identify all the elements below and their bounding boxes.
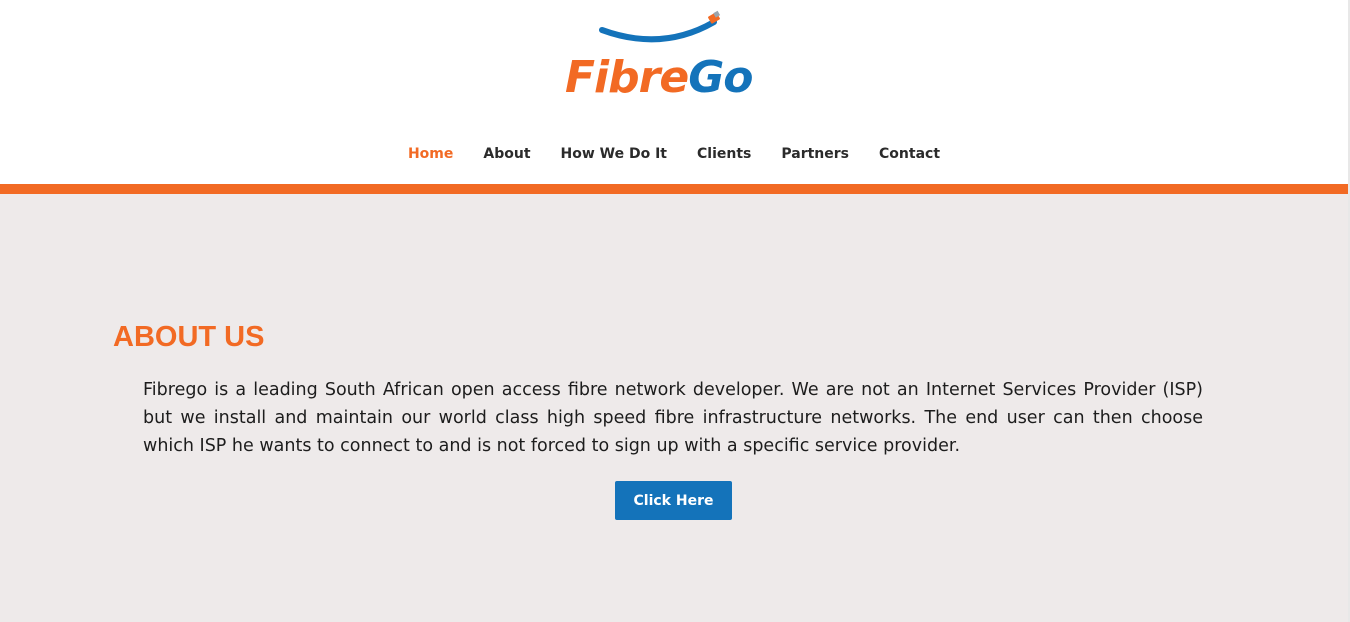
fibrego-logo[interactable]: FibreGo — [562, 10, 772, 102]
about-title: ABOUT US — [113, 321, 265, 353]
logo-text-fibre: Fibre — [565, 52, 689, 103]
click-here-button[interactable]: Click Here — [615, 481, 732, 520]
about-section: ABOUT US Fibrego is a leading South Afri… — [0, 194, 1348, 622]
site-header: FibreGo Home About How We Do It Clients … — [0, 0, 1348, 184]
nav-item-clients[interactable]: Clients — [682, 144, 766, 164]
header-accent-bar — [0, 184, 1348, 194]
logo-wordmark: FibreGo — [565, 56, 754, 100]
nav-item-contact[interactable]: Contact — [864, 144, 955, 164]
fibre-cable-swoosh-icon — [599, 10, 721, 43]
main-navigation: Home About How We Do It Clients Partners… — [0, 144, 1348, 164]
nav-item-home[interactable]: Home — [393, 144, 468, 164]
about-description: Fibrego is a leading South African open … — [143, 380, 1203, 456]
logo-text-go: Go — [688, 52, 753, 103]
nav-item-how-we-do-it[interactable]: How We Do It — [546, 144, 682, 164]
nav-item-about[interactable]: About — [468, 144, 545, 164]
nav-item-partners[interactable]: Partners — [766, 144, 864, 164]
